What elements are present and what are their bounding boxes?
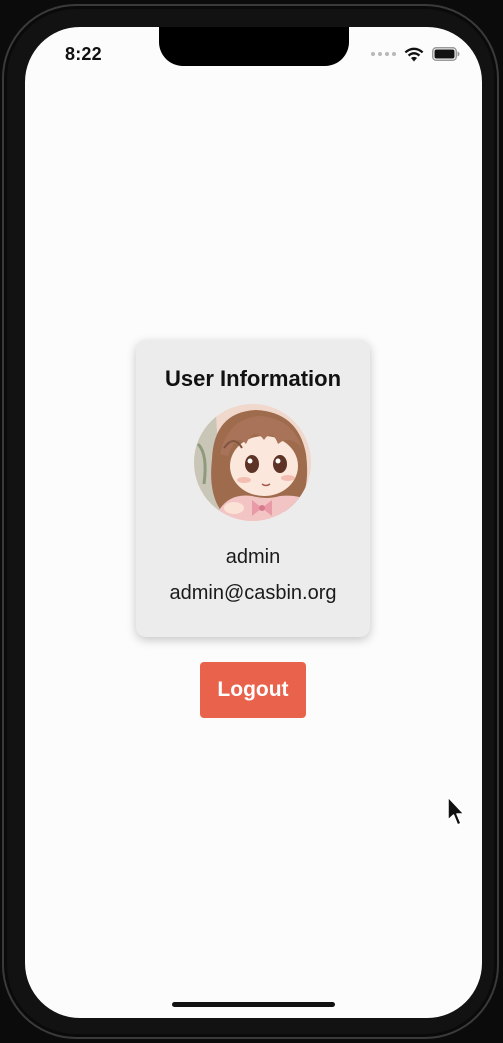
user-info-card: User Information admin admin@casbin.org <box>136 340 370 637</box>
user-email: admin@casbin.org <box>169 582 337 604</box>
card-title: User Information <box>164 366 342 391</box>
signal-dots-icon <box>371 52 396 56</box>
avatar <box>194 404 311 521</box>
battery-icon <box>432 47 460 61</box>
wifi-icon <box>404 47 424 62</box>
status-icons <box>371 46 460 62</box>
device-notch <box>159 27 349 66</box>
app-screen: 8:22 User Information admin admin@casbin… <box>25 27 482 1018</box>
logout-button[interactable]: Logout <box>200 662 306 718</box>
home-indicator[interactable] <box>172 1002 335 1007</box>
username: admin <box>225 546 281 568</box>
mouse-cursor-icon <box>446 796 466 828</box>
status-time: 8:22 <box>65 44 102 64</box>
